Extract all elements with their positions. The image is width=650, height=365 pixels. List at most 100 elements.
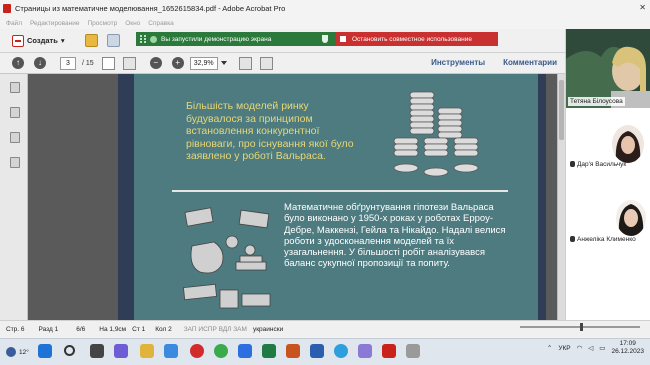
battery-icon[interactable]: ▭ bbox=[599, 344, 605, 352]
save-icon[interactable] bbox=[106, 34, 120, 47]
telegram-icon[interactable] bbox=[334, 344, 348, 358]
participant-name: Дар'я Васильчук bbox=[577, 161, 627, 168]
menu-window[interactable]: Окно bbox=[125, 20, 140, 27]
open-folder-icon[interactable] bbox=[84, 34, 98, 47]
page-total: / 15 bbox=[82, 59, 94, 67]
fit-page-icon[interactable] bbox=[238, 56, 252, 70]
drag-handle-icon[interactable] bbox=[140, 35, 146, 43]
window-title: Страницы из математичне моделювання_1652… bbox=[15, 4, 286, 13]
avatar bbox=[616, 200, 646, 236]
share-status: Вы запустили демонстрацию экрана bbox=[136, 32, 336, 46]
page-thumbnails-icon[interactable] bbox=[10, 82, 20, 93]
powerpoint-icon[interactable] bbox=[286, 344, 300, 358]
select-tool-icon[interactable] bbox=[101, 56, 115, 70]
signatures-icon[interactable] bbox=[10, 157, 20, 168]
status-column: Кол 2 bbox=[155, 326, 172, 333]
create-pdf-icon bbox=[12, 34, 24, 47]
word-status-bar: Стр. 6 Разд 1 6/6 На 1,9см Ст 1 Кол 2 ЗА… bbox=[0, 320, 650, 338]
attachments-icon[interactable] bbox=[10, 132, 20, 143]
slide-paragraph-1: Більшість моделей ринку будувалося за пр… bbox=[186, 100, 354, 162]
acrobat-taskbar-icon[interactable] bbox=[382, 344, 396, 358]
slide-paragraph-2: Математичне обґрунтування гіпотези Вальр… bbox=[284, 202, 506, 270]
participant-name: Анжеліка Клименко bbox=[577, 236, 636, 243]
tray-chevron-icon[interactable]: ⌃ bbox=[547, 344, 552, 352]
acrobat-app-icon bbox=[3, 4, 11, 13]
create-label: Создать bbox=[27, 36, 58, 45]
avatar bbox=[612, 125, 644, 163]
keyboard-language[interactable]: УКР bbox=[558, 345, 570, 352]
zoom-slider[interactable] bbox=[520, 323, 640, 331]
hand-tool-icon[interactable] bbox=[122, 56, 136, 70]
zoom-slider-thumb[interactable] bbox=[580, 323, 583, 331]
participant-tile[interactable]: Анжеліка Клименко bbox=[566, 194, 650, 273]
section-divider bbox=[172, 190, 508, 192]
zoom-in-button[interactable]: + bbox=[171, 57, 184, 69]
weather-widget[interactable]: 12° bbox=[6, 347, 29, 357]
full-screen-icon[interactable] bbox=[259, 56, 273, 70]
left-navigation-panel bbox=[0, 74, 28, 320]
status-page: Стр. 6 bbox=[6, 326, 25, 333]
weather-icon bbox=[6, 347, 16, 357]
app-icon[interactable] bbox=[406, 344, 420, 358]
store-icon[interactable] bbox=[164, 344, 178, 358]
task-view-icon[interactable] bbox=[90, 344, 104, 358]
status-section: Разд 1 bbox=[38, 326, 59, 333]
microphone-off-icon bbox=[570, 161, 575, 168]
zoom-app-icon[interactable] bbox=[238, 344, 252, 358]
share-active-icon bbox=[150, 35, 157, 43]
navigation-toolbar: ↑ ↓ 3 / 15 − + 32,9% Инструменты Коммент… bbox=[0, 53, 565, 74]
windows-start-icon[interactable] bbox=[38, 344, 52, 358]
system-clock[interactable]: 17:09 26.12.2023 bbox=[611, 340, 644, 356]
participant-name-row: Дар'я Васильчук bbox=[570, 161, 626, 168]
word-icon[interactable] bbox=[310, 344, 324, 358]
participant-tile[interactable]: Тетяна Білоусова bbox=[566, 29, 650, 108]
status-language: украински bbox=[252, 326, 284, 333]
previous-page-button[interactable]: ↑ bbox=[12, 57, 24, 69]
stop-sharing-button[interactable]: Остановить совместное использование bbox=[336, 32, 498, 46]
menu-view[interactable]: Просмотр bbox=[88, 20, 118, 27]
speaker-icon[interactable]: ◁ bbox=[588, 344, 593, 352]
zoom-level-input[interactable]: 32,9% bbox=[189, 56, 218, 70]
shield-icon bbox=[322, 35, 328, 43]
close-window-icon[interactable]: ✕ bbox=[639, 3, 646, 12]
menu-help[interactable]: Справка bbox=[148, 20, 174, 27]
system-tray: ⌃ УКР ◠ ◁ ▭ 17:09 26.12.2023 bbox=[547, 340, 644, 356]
zoom-dropdown-icon[interactable] bbox=[220, 61, 227, 65]
page-number-input[interactable]: 3 bbox=[60, 56, 76, 70]
page-right-band bbox=[538, 74, 546, 320]
participant-tile[interactable]: Дар'я Васильчук bbox=[566, 119, 650, 198]
zoom-out-button[interactable]: − bbox=[149, 57, 162, 69]
chevron-down-icon: ▾ bbox=[60, 36, 65, 45]
create-button[interactable]: Создать ▾ bbox=[12, 34, 65, 47]
scrollbar-thumb[interactable] bbox=[559, 80, 564, 140]
stop-icon bbox=[340, 36, 346, 42]
opera-icon[interactable] bbox=[190, 344, 204, 358]
weather-temperature: 12° bbox=[19, 348, 29, 356]
wifi-icon[interactable]: ◠ bbox=[577, 344, 583, 352]
status-position: На 1,9см bbox=[99, 326, 127, 333]
chrome-icon[interactable] bbox=[214, 344, 228, 358]
panel-links: Инструменты Комментарии bbox=[431, 58, 557, 67]
share-status-text: Вы запустили демонстрацию экрана bbox=[161, 35, 272, 43]
excel-icon[interactable] bbox=[262, 344, 276, 358]
search-icon[interactable] bbox=[64, 345, 75, 356]
participant-name: Тетяна Білоусова bbox=[568, 97, 625, 106]
clock-time: 17:09 bbox=[619, 340, 636, 347]
status-pages: 6/6 bbox=[76, 326, 86, 333]
chat-icon[interactable] bbox=[114, 344, 128, 358]
microphone-off-icon bbox=[570, 236, 575, 243]
status-line: Ст 1 bbox=[132, 326, 146, 333]
money-sketch-illustration bbox=[183, 207, 271, 309]
clock-date: 26.12.2023 bbox=[611, 348, 644, 355]
menu-file[interactable]: Файл bbox=[6, 20, 22, 27]
viber-icon[interactable] bbox=[358, 344, 372, 358]
file-explorer-icon[interactable] bbox=[140, 344, 154, 358]
page-left-band bbox=[118, 74, 134, 320]
participant-name-row: Анжеліка Клименко bbox=[570, 236, 636, 243]
vertical-scrollbar[interactable] bbox=[557, 74, 565, 320]
comments-link[interactable]: Комментарии bbox=[503, 58, 557, 67]
next-page-button[interactable]: ↓ bbox=[34, 57, 46, 69]
menu-edit[interactable]: Редактирование bbox=[30, 20, 80, 27]
bookmarks-icon[interactable] bbox=[10, 107, 20, 118]
tools-link[interactable]: Инструменты bbox=[431, 58, 485, 67]
